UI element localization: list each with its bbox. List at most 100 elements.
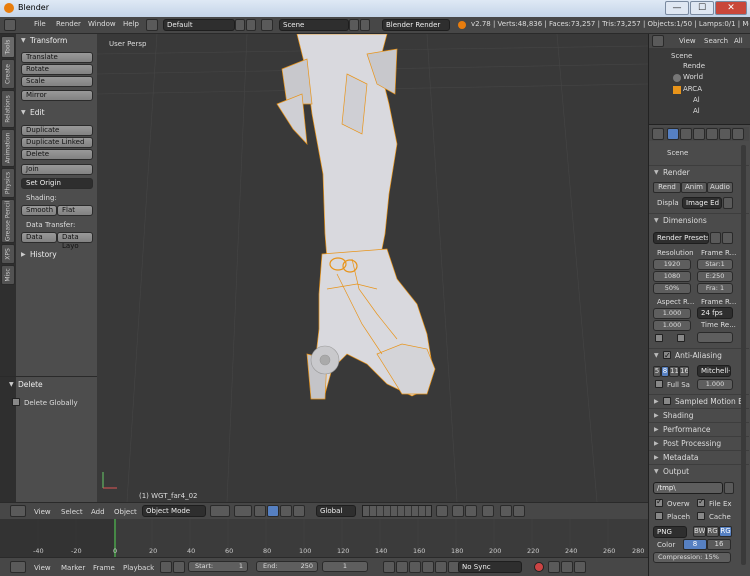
minimize-button[interactable]: — [665,1,689,15]
color-depth-16-button[interactable]: 16 [707,539,731,550]
pivot-point-icon[interactable] [234,505,252,517]
render-presets-select[interactable]: Render Presets [653,232,709,244]
outliner-item-child2[interactable]: Al [693,107,700,115]
snap-magnet-icon[interactable] [452,505,464,517]
smooth-button[interactable]: Smooth [21,205,57,216]
timeline-menu-playback[interactable]: Playback [123,564,154,572]
properties-editor-icon[interactable] [652,128,664,140]
sync-mode-select[interactable]: No Sync [458,561,522,573]
viewport-shading-icon[interactable] [210,505,230,517]
output-path-field[interactable]: /tmp\ [653,482,723,494]
layer-buttons[interactable] [362,505,432,517]
panel-output[interactable]: ▼ Output [649,464,749,477]
play-reverse-icon[interactable] [409,561,421,573]
current-frame-field[interactable]: 1 [322,561,368,572]
lock-camera-icon[interactable] [436,505,448,517]
outliner-view-menu[interactable]: View [679,37,696,45]
aa-samples-11[interactable]: 11 [669,366,679,377]
panel-delete-operator[interactable]: ▼ Delete [4,378,85,391]
duplicate-button[interactable]: Duplicate [21,125,93,136]
menu-window[interactable]: Window [88,20,116,28]
outliner-item-child1[interactable]: Al [693,96,700,104]
duplicate-linked-button[interactable]: Duplicate Linked [21,137,93,148]
outliner-search-menu[interactable]: Search [704,37,728,45]
editor-type-icon[interactable] [4,19,16,31]
tab-relations[interactable]: Relations [1,90,15,128]
close-button[interactable]: ✕ [715,1,747,15]
display-select[interactable]: Image Ed [682,197,722,209]
frame-rate-select[interactable]: 24 fps [697,307,733,319]
render-engine-select[interactable]: Blender Render [382,19,450,31]
panel-edit[interactable]: ▼ Edit [16,106,97,119]
tab-animation[interactable]: Animation [1,129,15,167]
aa-filter-select[interactable]: Mitchell- [697,365,731,377]
outliner-editor-icon[interactable] [652,35,664,47]
file-format-select[interactable]: PNG [653,526,687,538]
panel-anti-aliasing[interactable]: ▼Anti-Aliasing [649,348,749,362]
panel-dimensions[interactable]: ▼ Dimensions [649,213,749,226]
panel-history[interactable]: ▶ History [16,248,97,261]
jump-start-icon[interactable] [383,561,395,573]
scale-manipulator-icon[interactable] [293,505,305,517]
file-extensions-checkbox[interactable] [697,497,705,507]
jump-keyframe-forward-icon[interactable] [435,561,447,573]
mirror-button[interactable]: Mirror [21,90,93,101]
scene-icon[interactable] [261,19,273,31]
data-button[interactable]: Data [21,232,57,243]
start-frame-field[interactable]: Start: 1 [188,561,248,572]
anti-aliasing-checkbox[interactable] [663,349,671,362]
frame-end-field[interactable]: E:250 [697,271,733,282]
lock-range-icon[interactable] [173,561,185,573]
menu-file[interactable]: File [34,20,46,28]
menu-view[interactable]: View [34,508,51,516]
jump-keyframe-back-icon[interactable] [396,561,408,573]
constraints-context-icon[interactable] [732,128,744,140]
tab-xps[interactable]: XPS [1,244,15,264]
compression-field[interactable]: Compression: 15% [653,552,731,563]
panel-performance[interactable]: ▶ Performance [649,422,749,435]
tab-physics[interactable]: Physics [1,168,15,198]
overwrite-checkbox[interactable] [655,497,663,507]
add-layout-icon[interactable] [235,19,245,31]
outliner-item-world[interactable]: World [683,73,703,81]
panel-transform[interactable]: ▼ Transform [16,34,97,47]
tab-grease-pencil[interactable]: Grease Pencil [1,199,15,243]
border-checkbox[interactable] [655,334,663,342]
rotate-button[interactable]: Rotate [21,64,93,75]
color-rgb-button[interactable]: RG [706,526,719,537]
cache-result-checkbox[interactable] [697,512,705,520]
keying-set-icon[interactable] [548,561,560,573]
animation-button[interactable]: Anim [681,182,707,193]
aspect-y-field[interactable]: 1.000 [653,320,691,331]
delete-keyframe-icon[interactable] [574,561,586,573]
play-icon[interactable] [422,561,434,573]
proportional-edit-icon[interactable] [482,505,494,517]
snap-element-icon[interactable] [465,505,477,517]
tab-tools[interactable]: Tools [1,36,15,58]
timeline-menu-marker[interactable]: Marker [61,564,85,572]
panel-metadata[interactable]: ▶ Metadata [649,450,749,463]
maximize-button[interactable]: ☐ [690,1,714,15]
layers-context-icon[interactable] [680,128,692,140]
crop-checkbox[interactable] [677,334,685,342]
placeholders-checkbox[interactable] [655,512,663,520]
delete-globally-checkbox[interactable] [12,398,20,406]
outliner-item-render[interactable]: Rende [683,62,705,70]
panel-shading[interactable]: ▶ Shading [649,408,749,421]
manipulator-toggle-icon[interactable] [254,505,266,517]
outliner-item-arca[interactable]: ARCA [683,85,702,93]
remove-preset-icon[interactable] [722,232,733,244]
aa-samples-16[interactable]: 16 [679,366,689,377]
timeline-editor-icon[interactable] [10,561,26,573]
interaction-mode-select[interactable]: Object Mode [142,505,206,517]
frame-start-field[interactable]: Star:1 [697,259,733,270]
render-context-icon[interactable] [667,128,679,140]
panel-sampled-motion-blur[interactable]: ▶ Sampled Motion Bl [649,394,749,407]
folder-icon[interactable] [724,482,734,494]
timeline-menu-frame[interactable]: Frame [93,564,115,572]
outliner-item-scene[interactable]: Scene [671,52,692,60]
aa-samples-8[interactable]: 8 [661,366,669,377]
data-layout-button[interactable]: Data Layo [57,232,93,250]
object-context-icon[interactable] [719,128,731,140]
audio-button[interactable]: Audio [707,182,733,193]
